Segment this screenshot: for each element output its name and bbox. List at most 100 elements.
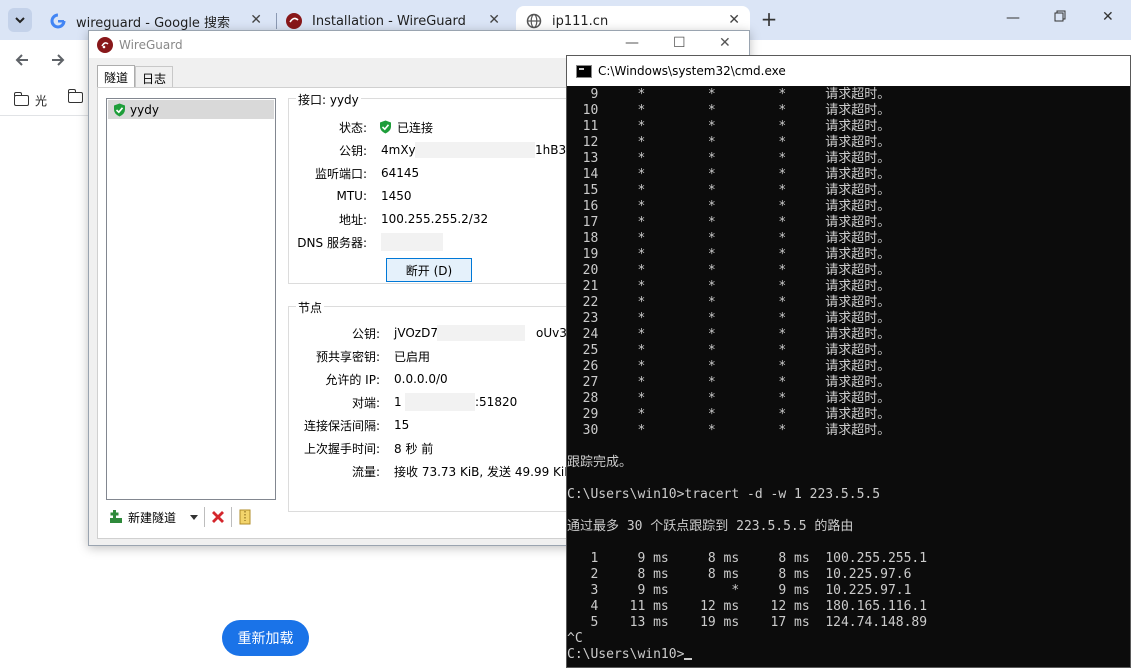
timeout-text: 请求超时。: [825, 247, 891, 262]
dropdown-arrow-icon[interactable]: [190, 514, 199, 520]
window-restore-icon[interactable]: [1054, 10, 1066, 26]
dns-label: DNS 服务器:: [297, 235, 367, 250]
hop-number: 4: [574, 599, 599, 614]
peer-group-title: 节点: [296, 299, 325, 316]
tunnel-list[interactable]: yydy: [106, 98, 276, 500]
tab-log[interactable]: 日志: [135, 66, 174, 87]
window-minimize-icon[interactable]: —: [625, 35, 639, 51]
hop-time: 13 ms: [613, 615, 669, 630]
address-value: 100.255.255.2/32: [381, 212, 489, 226]
redacted-area: [437, 325, 525, 341]
close-icon[interactable]: ✕: [728, 12, 740, 28]
reload-button[interactable]: 重新加载: [222, 620, 309, 656]
timeout-text: 请求超时。: [825, 103, 891, 118]
toolbar-separator: [204, 507, 206, 527]
mtu-label: MTU:: [336, 189, 367, 203]
hop-number: 29: [574, 407, 599, 422]
timeout-text: 请求超时。: [825, 135, 891, 150]
timeout-line: 21 * * * 请求超时。: [574, 279, 891, 294]
hop-ip: 10.225.97.1: [825, 583, 912, 598]
tab-title: Installation - WireGuard: [312, 13, 466, 29]
hop-time: *: [684, 583, 740, 598]
tunnel-item-yydy[interactable]: yydy: [108, 100, 274, 119]
hop-number: 1: [574, 551, 599, 566]
hop-line: 3 9 ms * 9 ms 10.225.97.1: [567, 583, 911, 599]
mtu-value: 1450: [381, 189, 412, 203]
window-close-icon[interactable]: ✕: [719, 35, 731, 51]
wireguard-icon: [97, 36, 113, 53]
endpoint-value: 1: [394, 395, 402, 409]
ctrl-c-text: ^C: [567, 631, 583, 646]
timeout-line: 16 * * * 请求超时。: [574, 199, 891, 214]
new-tab-button[interactable]: +: [758, 7, 780, 31]
toolbar-separator: [231, 507, 233, 527]
shield-check-icon: [380, 120, 391, 134]
forward-arrow-icon[interactable]: [50, 52, 66, 73]
bookmark-folder[interactable]: [68, 89, 89, 103]
window-maximize-icon[interactable]: ☐: [673, 35, 686, 51]
hop-number: 16: [574, 199, 599, 214]
tab-title: ip111.cn: [552, 13, 609, 29]
trace-header-line: 通过最多 30 个跃点跟踪到 223.5.5.5 的路由: [567, 519, 853, 535]
disconnect-button[interactable]: 断开 (D): [386, 258, 472, 282]
timeout-text: 请求超时。: [825, 151, 891, 166]
timeout-text: 请求超时。: [825, 215, 891, 230]
new-tunnel-label: 新建隧道: [128, 510, 177, 525]
tab-search-button[interactable]: [8, 8, 32, 32]
hop-time: 19 ms: [684, 615, 740, 630]
redacted-area: [415, 142, 535, 158]
timeout-line: 20 * * * 请求超时。: [574, 263, 891, 278]
timeout-line: 15 * * * 请求超时。: [574, 183, 891, 198]
hop-number: 3: [574, 583, 599, 598]
hop-line: 4 11 ms 12 ms 12 ms 180.165.116.1: [567, 599, 927, 615]
public-key-value: 4mXy: [381, 143, 416, 157]
hop-number: 27: [574, 375, 599, 390]
hop-ip: 100.255.255.1: [825, 551, 928, 566]
export-tunnels-button[interactable]: [238, 509, 252, 525]
terminal-output[interactable]: 9 * * * 请求超时。 10 * * * 请求超时。 11 * * * 请求…: [567, 86, 1130, 667]
status-label: 状态:: [338, 120, 367, 135]
timeout-line: 9 * * * 请求超时。: [574, 87, 891, 102]
tab-title: wireguard - Google 搜索: [76, 15, 231, 31]
hop-ip: 124.74.148.89: [825, 615, 928, 630]
hop-line: 5 13 ms 19 ms 17 ms 124.74.148.89: [567, 615, 927, 631]
add-tunnel-icon: [110, 510, 122, 523]
timeout-text: 请求超时。: [825, 423, 891, 438]
prompt-text: C:\Users\win10>: [567, 647, 685, 662]
hop-number: 23: [574, 311, 599, 326]
timeout-text: 请求超时。: [825, 183, 891, 198]
delete-tunnel-button[interactable]: [211, 510, 225, 524]
hop-time: 8 ms: [684, 567, 740, 582]
latest-handshake-label: 上次握手时间:: [303, 441, 380, 456]
close-icon[interactable]: ✕: [488, 12, 500, 28]
window-title: WireGuard: [119, 37, 183, 52]
chevron-down-icon: [15, 17, 25, 24]
tab-tunnels[interactable]: 隧道: [97, 65, 136, 88]
hop-number: 19: [574, 247, 599, 262]
new-tunnel-button[interactable]: 新建隧道: [108, 509, 199, 526]
peer-public-key-label: 公钥:: [351, 326, 380, 341]
hop-time: 12 ms: [754, 599, 810, 614]
window-minimize-icon[interactable]: —: [1006, 10, 1020, 26]
timeout-line: 13 * * * 请求超时。: [574, 151, 891, 166]
shield-check-icon: [114, 103, 125, 116]
window-close-icon[interactable]: ✕: [1102, 9, 1114, 25]
bookmark-folder[interactable]: 光: [14, 92, 47, 109]
hop-time: 8 ms: [754, 551, 810, 566]
redacted-area: [381, 233, 443, 251]
timeout-line: 30 * * * 请求超时。: [574, 423, 891, 438]
hop-time: 12 ms: [684, 599, 740, 614]
timeout-text: 请求超时。: [825, 167, 891, 182]
hop-time: 8 ms: [684, 551, 740, 566]
folder-icon: [14, 92, 29, 106]
timeout-text: 请求超时。: [825, 231, 891, 246]
interface-group-title: 接口: yydy: [296, 91, 361, 108]
close-icon[interactable]: ✕: [250, 12, 262, 28]
hop-number: 9: [574, 87, 599, 102]
endpoint-value-tail: :51820: [475, 395, 518, 409]
trace-header-text: 通过最多 30 个跃点跟踪到 223.5.5.5 的路由: [567, 519, 854, 534]
trace-done-text: 跟踪完成。: [567, 455, 633, 470]
hop-number: 20: [574, 263, 599, 278]
hop-time: 17 ms: [754, 615, 810, 630]
back-arrow-icon[interactable]: [14, 52, 30, 73]
